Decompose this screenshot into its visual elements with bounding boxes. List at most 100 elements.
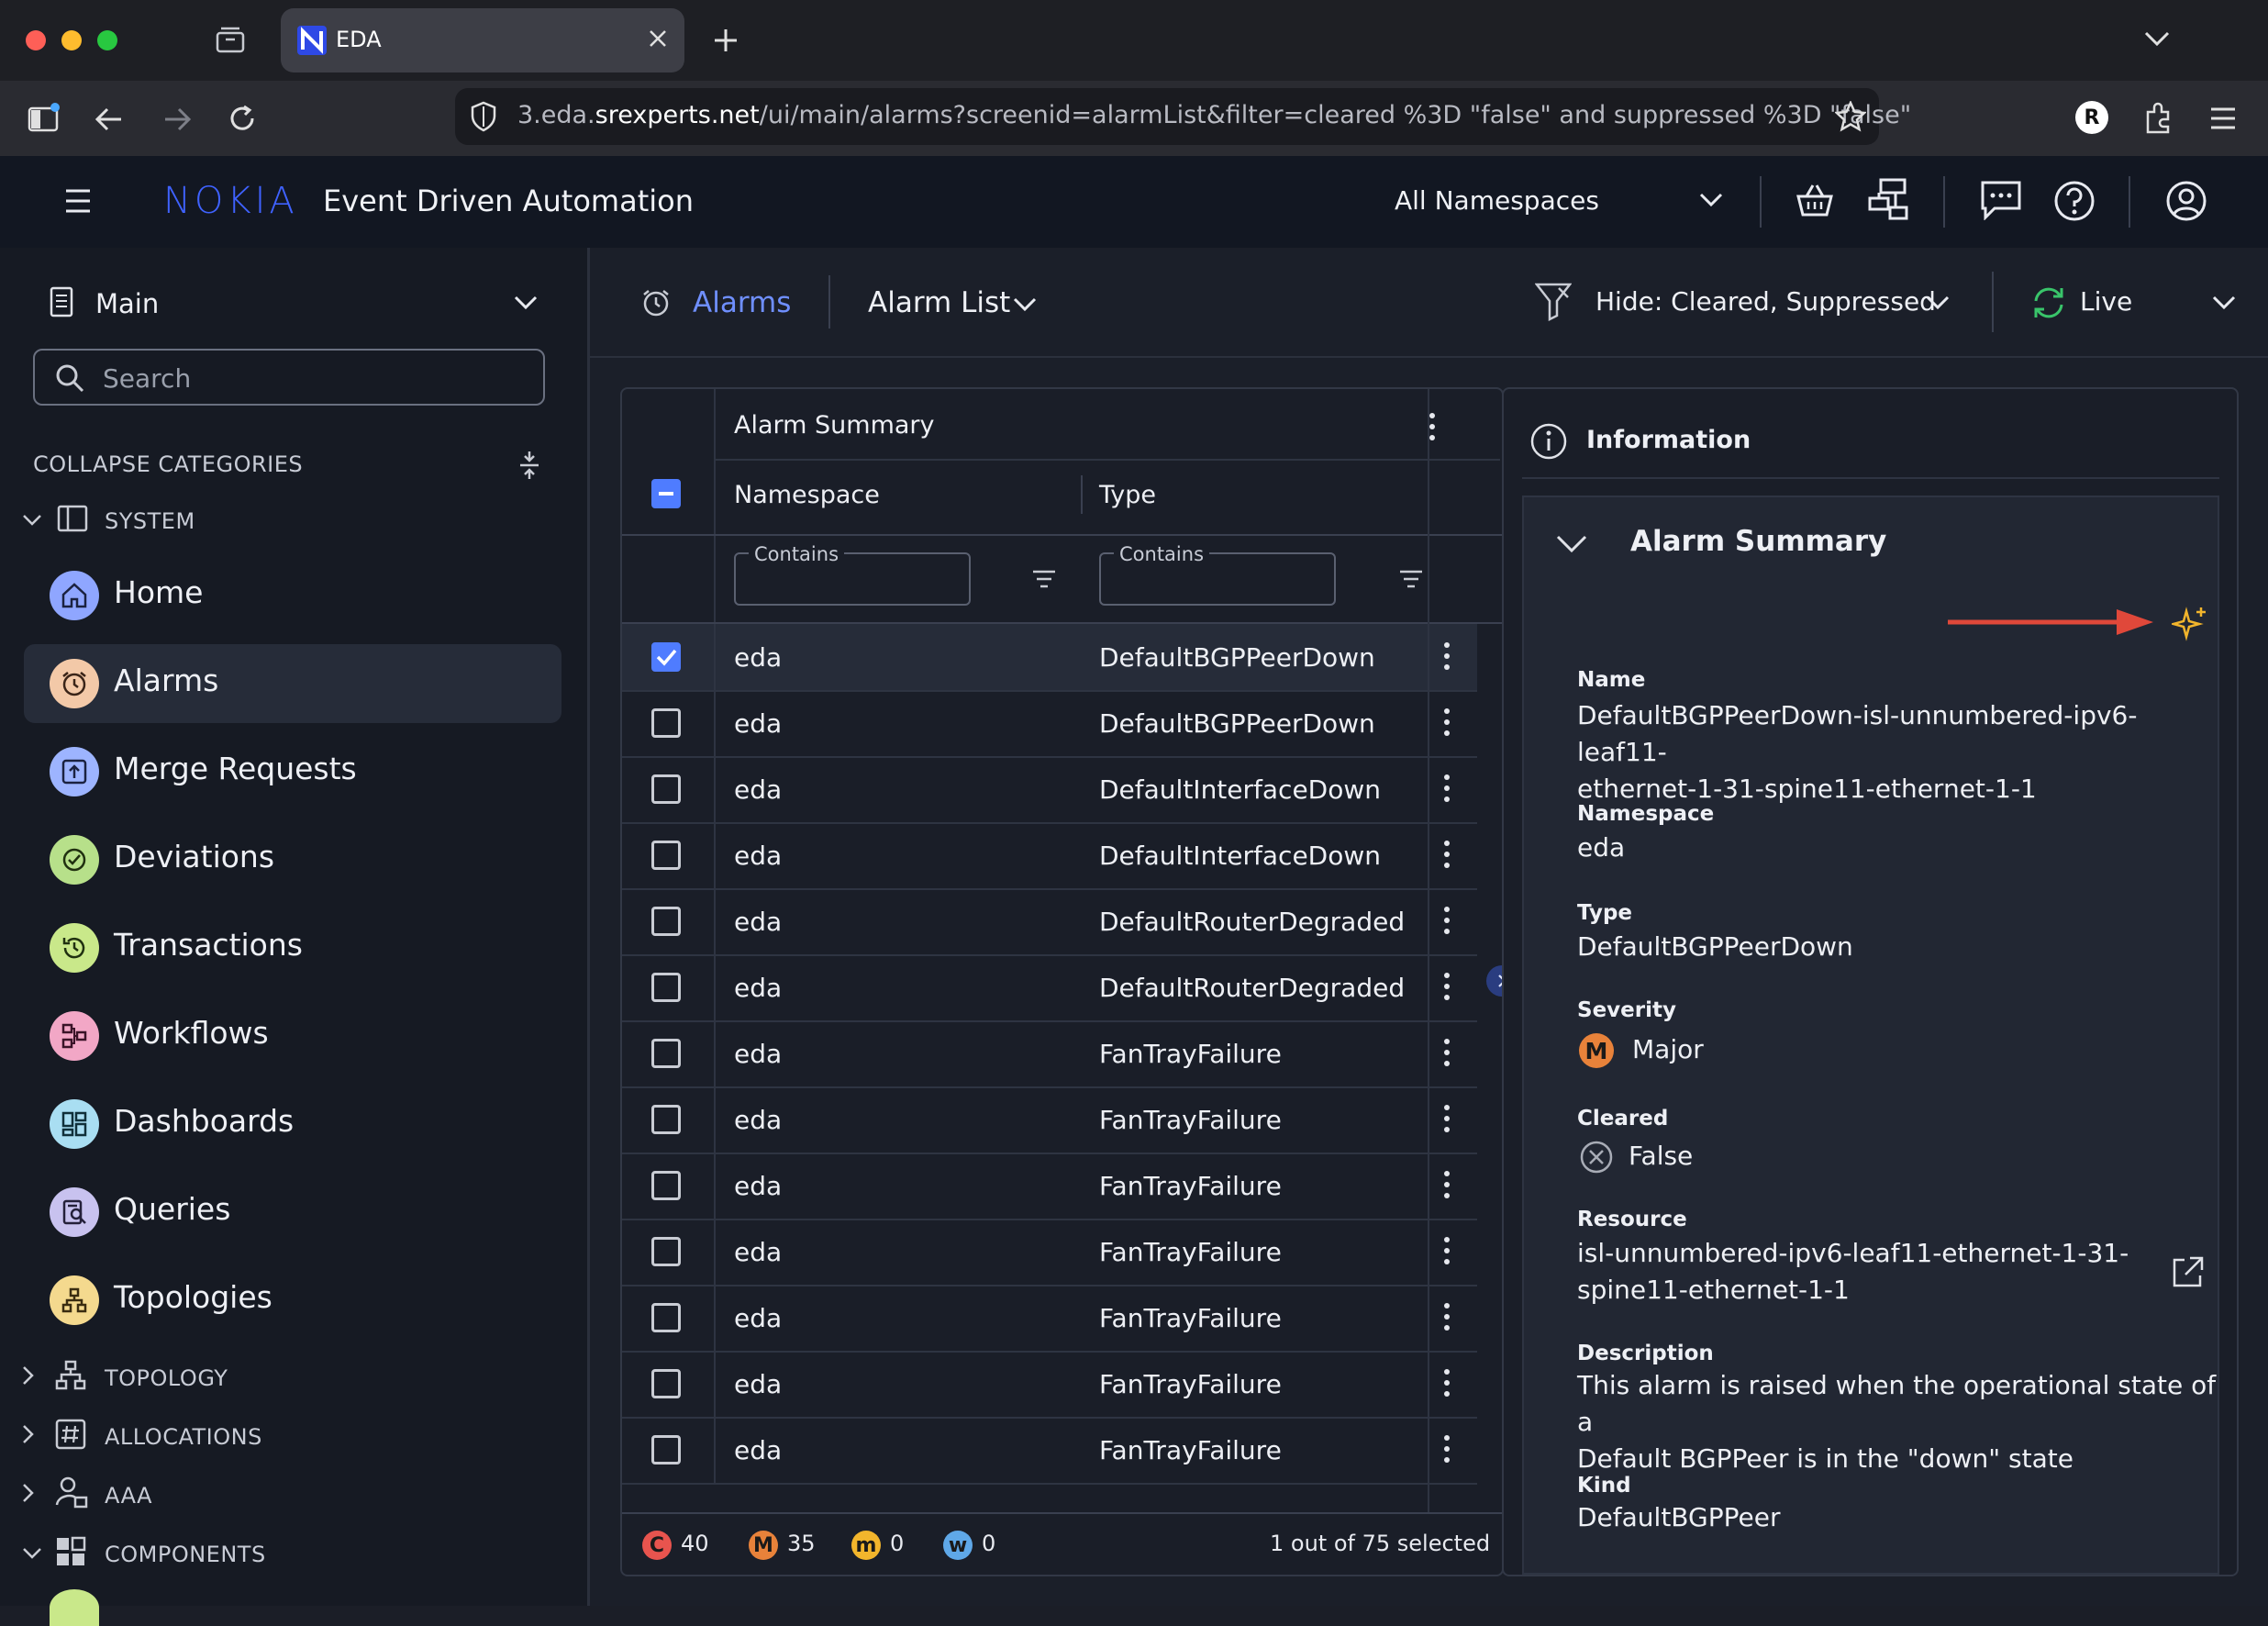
row-checkbox[interactable] — [651, 1237, 681, 1266]
system-category-label[interactable]: SYSTEM — [105, 508, 195, 534]
profile-avatar[interactable]: R — [2075, 101, 2108, 134]
table-row[interactable]: eda DefaultInterfaceDown — [622, 822, 1477, 890]
table-row[interactable]: eda FanTrayFailure — [622, 1417, 1477, 1485]
shield-icon[interactable] — [470, 101, 497, 132]
table-row[interactable]: eda FanTrayFailure — [622, 1351, 1477, 1419]
row-actions-kebab-icon[interactable] — [1442, 707, 1451, 738]
window-zoom-button[interactable] — [97, 30, 117, 50]
back-arrow-icon[interactable] — [94, 106, 125, 132]
table-row[interactable]: eda DefaultRouterDegraded — [622, 954, 1477, 1022]
select-all-checkbox[interactable] — [651, 479, 681, 508]
system-collapse-chevron-icon[interactable] — [22, 514, 42, 527]
help-icon[interactable] — [2053, 180, 2096, 222]
row-checkbox[interactable] — [651, 1105, 681, 1134]
nav-topologies[interactable]: Topologies — [24, 1261, 561, 1340]
column-header-type[interactable]: Type — [1099, 481, 1156, 509]
reload-icon[interactable] — [228, 104, 257, 133]
table-row[interactable]: eda DefaultBGPPeerDown — [622, 690, 1477, 758]
topology-category-label[interactable]: TOPOLOGY — [105, 1365, 228, 1391]
chat-icon[interactable] — [1980, 180, 2022, 220]
table-row[interactable]: eda DefaultInterfaceDown — [622, 756, 1477, 824]
namespace-filter-input[interactable]: Contains — [734, 543, 971, 606]
row-checkbox[interactable] — [651, 642, 681, 672]
ai-sparkle-icon[interactable] — [2172, 604, 2210, 642]
window-close-button[interactable] — [26, 30, 46, 50]
row-actions-kebab-icon[interactable] — [1442, 839, 1451, 870]
allocations-expand-chevron-icon[interactable] — [22, 1424, 35, 1444]
search-input[interactable]: Search — [33, 349, 545, 406]
table-row[interactable]: eda FanTrayFailure — [622, 1086, 1477, 1154]
sidebar-toggle-icon[interactable] — [28, 103, 61, 134]
table-row[interactable]: eda FanTrayFailure — [622, 1219, 1477, 1286]
window-minimize-button[interactable] — [61, 30, 82, 50]
nav-queries[interactable]: Queries — [24, 1173, 561, 1252]
browser-menu-icon[interactable] — [2209, 106, 2237, 130]
live-mode-dropdown[interactable]: Live — [2030, 281, 2260, 325]
row-checkbox[interactable] — [651, 1303, 681, 1332]
namespace-filter-menu-icon[interactable] — [1031, 569, 1057, 589]
components-collapse-chevron-icon[interactable] — [22, 1547, 42, 1560]
tab-list-chevron-icon[interactable] — [2143, 29, 2171, 48]
tab-overview-icon[interactable] — [215, 26, 246, 55]
address-bar[interactable]: 3.eda.srexperts.net/ui/main/alarms?scree… — [455, 88, 1911, 145]
row-actions-kebab-icon[interactable] — [1442, 971, 1451, 1002]
table-row[interactable]: eda DefaultBGPPeerDown — [622, 624, 1477, 692]
nav-deviations[interactable]: Deviations — [24, 820, 561, 899]
col-resize-handle[interactable] — [1081, 475, 1083, 514]
row-actions-kebab-icon[interactable] — [1442, 1103, 1451, 1134]
row-actions-kebab-icon[interactable] — [1442, 1367, 1451, 1398]
table-row[interactable]: eda FanTrayFailure — [622, 1285, 1477, 1353]
row-checkbox[interactable] — [651, 1435, 681, 1465]
user-account-icon[interactable] — [2165, 180, 2207, 222]
section-collapse-chevron-icon[interactable] — [1555, 534, 1588, 554]
forward-arrow-icon[interactable] — [161, 106, 193, 132]
view-selector[interactable]: Alarm List — [868, 284, 1051, 325]
new-tab-icon[interactable] — [712, 27, 739, 54]
topology-workflow-icon[interactable] — [1868, 178, 1908, 222]
row-actions-kebab-icon[interactable] — [1442, 773, 1451, 804]
nav-dashboards[interactable]: Dashboards — [24, 1085, 561, 1164]
allocations-category-label[interactable]: ALLOCATIONS — [105, 1424, 262, 1450]
row-checkbox[interactable] — [651, 1039, 681, 1068]
row-checkbox[interactable] — [651, 1171, 681, 1200]
table-row[interactable]: eda FanTrayFailure — [622, 1020, 1477, 1088]
breadcrumb-alarms[interactable]: Alarms — [693, 286, 791, 319]
nav-workflows[interactable]: Workflows — [24, 997, 561, 1075]
nav-alarms[interactable]: Alarms — [24, 644, 561, 723]
aaa-expand-chevron-icon[interactable] — [22, 1483, 35, 1503]
nav-home[interactable]: Home — [24, 556, 561, 635]
column-header-namespace[interactable]: Namespace — [734, 481, 880, 509]
hamburger-menu-icon[interactable] — [64, 188, 92, 214]
open-external-link-icon[interactable] — [2170, 1255, 2205, 1290]
topology-expand-chevron-icon[interactable] — [22, 1365, 35, 1386]
bookmark-star-icon[interactable] — [1835, 101, 1866, 132]
namespace-dropdown[interactable]: All Namespaces — [1395, 184, 1725, 220]
nav-transactions[interactable]: Transactions — [24, 908, 561, 987]
row-actions-kebab-icon[interactable] — [1442, 1433, 1451, 1465]
basket-icon[interactable] — [1795, 182, 1835, 218]
tab-eda[interactable]: EDA — [281, 8, 684, 72]
collapse-all-icon[interactable] — [517, 450, 541, 481]
row-actions-kebab-icon[interactable] — [1442, 1301, 1451, 1332]
filter-dropdown[interactable]: Hide: Cleared, Suppressed — [1535, 281, 1957, 325]
components-category-label[interactable]: COMPONENTS — [105, 1542, 266, 1567]
row-checkbox[interactable] — [651, 841, 681, 870]
row-actions-kebab-icon[interactable] — [1442, 640, 1451, 672]
row-actions-kebab-icon[interactable] — [1442, 1169, 1451, 1200]
row-actions-kebab-icon[interactable] — [1442, 905, 1451, 936]
extensions-icon[interactable] — [2143, 101, 2174, 134]
type-filter-menu-icon[interactable] — [1398, 569, 1424, 589]
type-filter-input[interactable]: Contains — [1099, 543, 1336, 606]
row-actions-kebab-icon[interactable] — [1442, 1037, 1451, 1068]
row-actions-kebab-icon[interactable] — [1442, 1235, 1451, 1266]
row-checkbox[interactable] — [651, 708, 681, 738]
nav-merge-requests[interactable]: Merge Requests — [24, 732, 561, 811]
table-row[interactable]: eda FanTrayFailure — [622, 1153, 1477, 1220]
row-checkbox[interactable] — [651, 907, 681, 936]
aaa-category-label[interactable]: AAA — [105, 1483, 152, 1509]
row-checkbox[interactable] — [651, 1369, 681, 1398]
row-checkbox[interactable] — [651, 973, 681, 1002]
row-checkbox[interactable] — [651, 774, 681, 804]
table-row[interactable]: eda DefaultRouterDegraded — [622, 888, 1477, 956]
tab-close-icon[interactable] — [648, 28, 668, 49]
